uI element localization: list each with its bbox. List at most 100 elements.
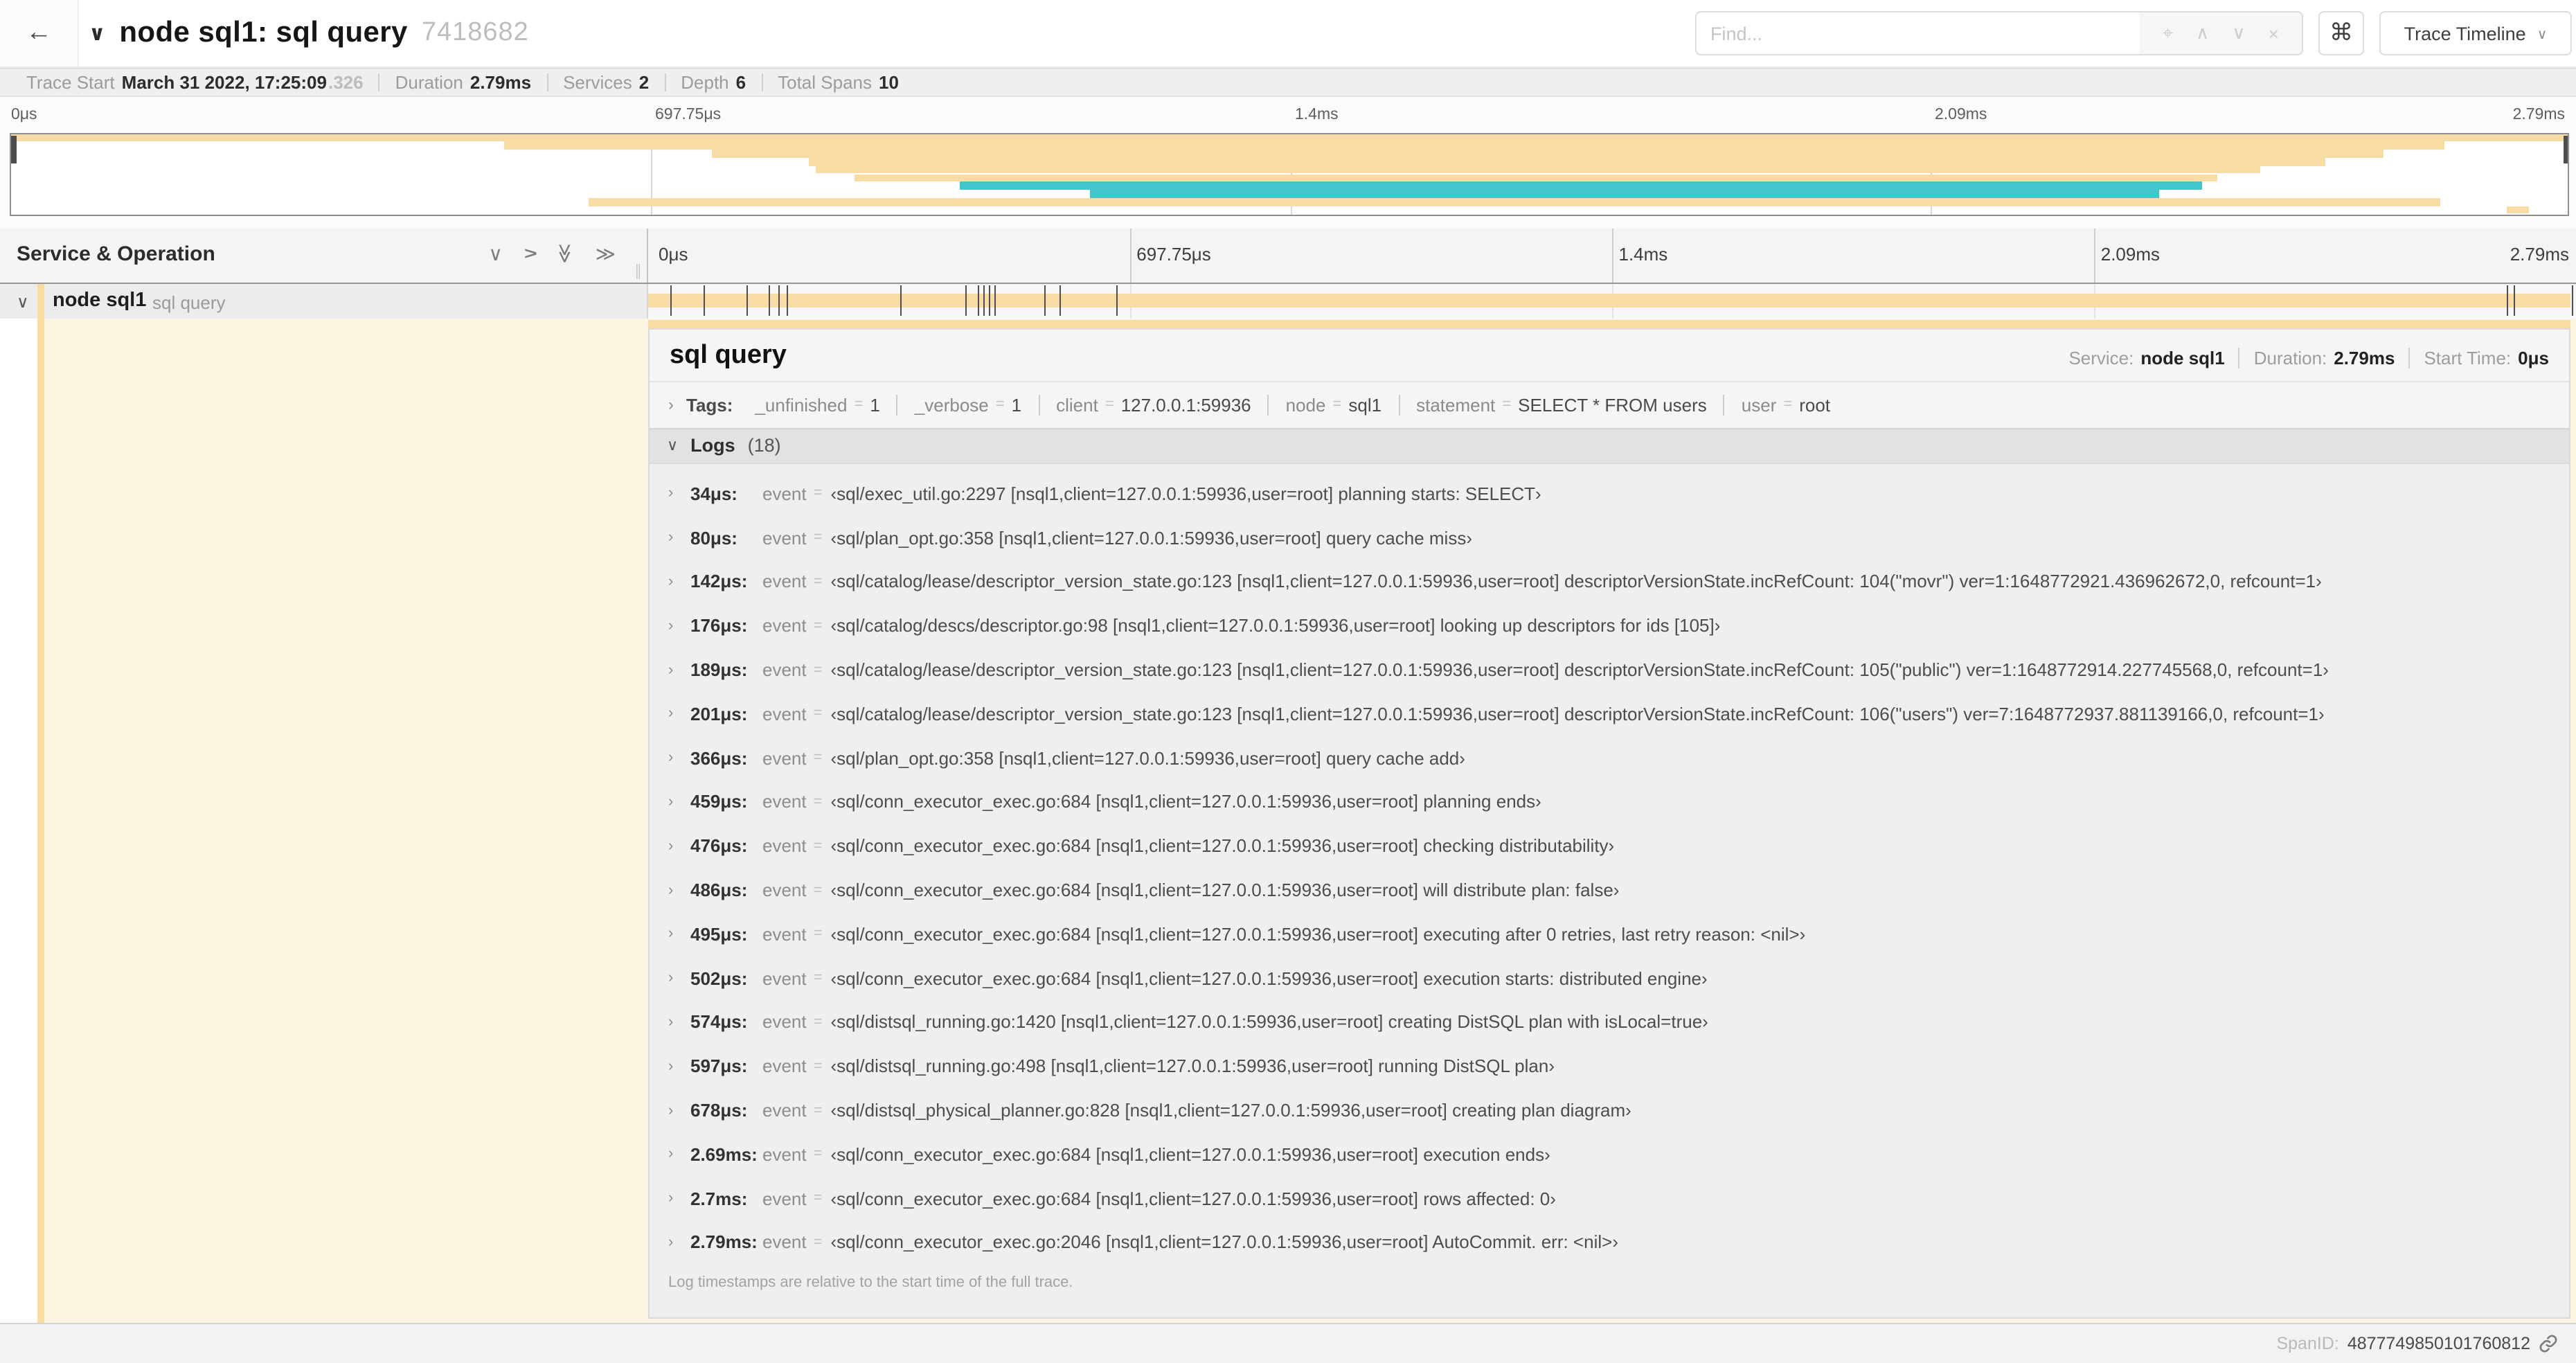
log-marker-tick[interactable] [983, 285, 985, 315]
span-row-timeline[interactable] [647, 283, 2576, 318]
log-expander-icon[interactable]: › [668, 1058, 690, 1075]
log-row[interactable]: › 2.69ms: event = ‹sql/conn_executor_exec.go… [649, 1132, 2568, 1177]
log-marker-tick[interactable] [746, 285, 748, 315]
minimap-right-handle[interactable] [2563, 135, 2568, 163]
tag-item[interactable]: statement = SELECT * FROM users [1399, 394, 1725, 415]
log-expander-icon[interactable]: › [668, 794, 690, 810]
log-expander-icon[interactable]: › [668, 1014, 690, 1031]
trace-title-group[interactable]: ∨ node sql1: sql query 7418682 [89, 0, 529, 66]
log-marker-tick[interactable] [988, 285, 990, 315]
log-row[interactable]: › 34μs: event = ‹sql/exec_util.go:2297 [nsql… [649, 472, 2568, 516]
tag-item[interactable]: user = root [1725, 394, 1847, 415]
prev-match-icon[interactable]: ∧ [2196, 22, 2209, 44]
log-row[interactable]: › 459μs: event = ‹sql/conn_executor_exec.go:… [649, 780, 2568, 824]
log-marker-tick[interactable] [900, 285, 902, 315]
log-expander-icon[interactable]: › [668, 882, 690, 898]
tags-row[interactable]: › Tags: _unfinished = 1 _verbose = 1 client = 12… [649, 382, 2568, 427]
log-marker-tick[interactable] [786, 285, 788, 315]
log-equals: = [813, 749, 823, 767]
log-row[interactable]: › 142μs: event = ‹sql/catalog/lease/descript… [649, 560, 2568, 604]
log-row[interactable]: › 366μs: event = ‹sql/plan_opt.go:358 [nsql1… [649, 736, 2568, 781]
log-expander-icon[interactable]: › [668, 1234, 690, 1251]
log-row[interactable]: › 201μs: event = ‹sql/catalog/lease/descript… [649, 692, 2568, 736]
log-marker-tick[interactable] [977, 285, 979, 315]
log-marker-tick[interactable] [2572, 285, 2574, 315]
log-expander-icon[interactable]: › [668, 1102, 690, 1119]
span-expander-icon[interactable]: ∨ [17, 292, 29, 311]
log-expander-icon[interactable]: › [668, 749, 690, 766]
log-row[interactable]: › 574μs: event = ‹sql/distsql_running.go:142… [649, 1000, 2568, 1044]
logs-section-header[interactable]: ∨ Logs (18) [649, 427, 2568, 463]
back-button[interactable]: ← [0, 0, 79, 66]
log-marker-tick[interactable] [2514, 285, 2516, 315]
log-marker-tick[interactable] [994, 285, 996, 315]
tag-item[interactable]: _unfinished = 1 [738, 394, 898, 415]
log-expander-icon[interactable]: › [668, 926, 690, 943]
log-marker-tick[interactable] [703, 285, 705, 315]
log-expander-icon[interactable]: › [668, 529, 690, 546]
logs-expander-icon[interactable]: ∨ [667, 436, 678, 454]
trace-meta-bar: Trace Start March 31 2022, 17:25:09.326 Du… [0, 68, 2576, 97]
expand-one-icon[interactable]: ∨ [518, 247, 540, 261]
collapse-one-icon[interactable]: ∨ [488, 244, 503, 263]
log-row[interactable]: › 476μs: event = ‹sql/conn_executor_exec.go:… [649, 824, 2568, 868]
minimap-canvas[interactable] [10, 132, 2569, 215]
keyboard-shortcuts-button[interactable]: ⌘ [2318, 11, 2364, 55]
collapse-trace-icon[interactable]: ∨ [89, 21, 105, 46]
trace-meta-value: March 31 2022, 17:25:09 [121, 72, 327, 93]
span-duration-bar[interactable] [647, 294, 2570, 308]
column-resize-grip[interactable]: ∥ [634, 261, 642, 279]
log-marker-tick[interactable] [1116, 285, 1118, 315]
log-marker-tick[interactable] [1059, 285, 1062, 315]
tag-item[interactable]: _verbose = 1 [898, 394, 1040, 415]
collapse-all-icon[interactable]: ≫ [555, 243, 577, 263]
expand-all-icon[interactable]: ≫ [596, 244, 616, 263]
log-marker-tick[interactable] [778, 285, 780, 315]
view-selector-button[interactable]: Trace Timeline ∨ [2379, 11, 2572, 55]
log-marker-tick[interactable] [1044, 285, 1046, 315]
log-row[interactable]: › 176μs: event = ‹sql/catalog/descs/descript… [649, 604, 2568, 648]
trace-meta-value: 6 [735, 72, 746, 93]
log-timestamp: 80μs: [690, 527, 737, 549]
copy-link-icon[interactable] [2539, 1334, 2558, 1353]
clear-search-icon[interactable]: × [2269, 23, 2279, 44]
log-row[interactable]: › 597μs: event = ‹sql/distsql_running.go:498… [649, 1044, 2568, 1089]
log-equals: = [813, 925, 823, 943]
log-marker-tick[interactable] [769, 285, 771, 315]
log-expander-icon[interactable]: › [668, 485, 690, 502]
log-expander-icon[interactable]: › [668, 661, 690, 678]
tag-item[interactable]: node = sql1 [1269, 394, 1400, 415]
log-expander-icon[interactable]: › [668, 838, 690, 855]
log-timestamp: 2.7ms: [690, 1188, 748, 1209]
log-expander-icon[interactable]: › [668, 618, 690, 634]
next-match-icon[interactable]: ∨ [2232, 22, 2245, 44]
span-row-name-column[interactable]: ∨ node sql1 sql query [0, 283, 647, 318]
log-marker-tick[interactable] [2506, 285, 2508, 315]
log-marker-tick[interactable] [670, 285, 672, 315]
tag-key: statement [1416, 394, 1496, 415]
log-row[interactable]: › 2.7ms: event = ‹sql/conn_executor_exec.go:… [649, 1177, 2568, 1221]
log-row[interactable]: › 495μs: event = ‹sql/conn_executor_exec.go:… [649, 912, 2568, 956]
log-expander-icon[interactable]: › [668, 1146, 690, 1163]
tags-expander-icon[interactable]: › [668, 395, 674, 414]
log-row[interactable]: › 502μs: event = ‹sql/conn_executor_exec.go:… [649, 956, 2568, 1001]
log-expander-icon[interactable]: › [668, 706, 690, 722]
log-expander-icon[interactable]: › [668, 1190, 690, 1206]
log-row[interactable]: › 678μs: event = ‹sql/distsql_physical_plann… [649, 1088, 2568, 1132]
log-expander-icon[interactable]: › [668, 970, 690, 986]
log-timestamp: 502μs: [690, 968, 748, 989]
log-marker-tick[interactable] [965, 285, 967, 315]
detail-header[interactable]: sql query Service: node sql1 Duration: 2.79… [649, 329, 2568, 380]
log-row[interactable]: › 80μs: event = ‹sql/plan_opt.go:358 [nsql1,… [649, 516, 2568, 560]
minimap-tick-label: 2.79ms [2512, 107, 2565, 123]
log-row[interactable]: › 2.79ms: event = ‹sql/conn_executor_exec.go… [649, 1220, 2568, 1265]
find-input[interactable] [1697, 12, 2140, 54]
log-expander-icon[interactable]: › [668, 573, 690, 590]
tag-item[interactable]: client = 127.0.0.1:59936 [1039, 394, 1269, 415]
locate-icon[interactable]: ⌖ [2163, 22, 2173, 44]
log-row[interactable]: › 486μs: event = ‹sql/conn_executor_exec.go:… [649, 868, 2568, 912]
span-row[interactable]: ∨ node sql1 sql query [0, 283, 2576, 318]
trace-meta-label: Depth [681, 72, 729, 93]
log-row[interactable]: › 189μs: event = ‹sql/catalog/lease/descript… [649, 648, 2568, 692]
minimap-left-handle[interactable] [11, 135, 16, 163]
